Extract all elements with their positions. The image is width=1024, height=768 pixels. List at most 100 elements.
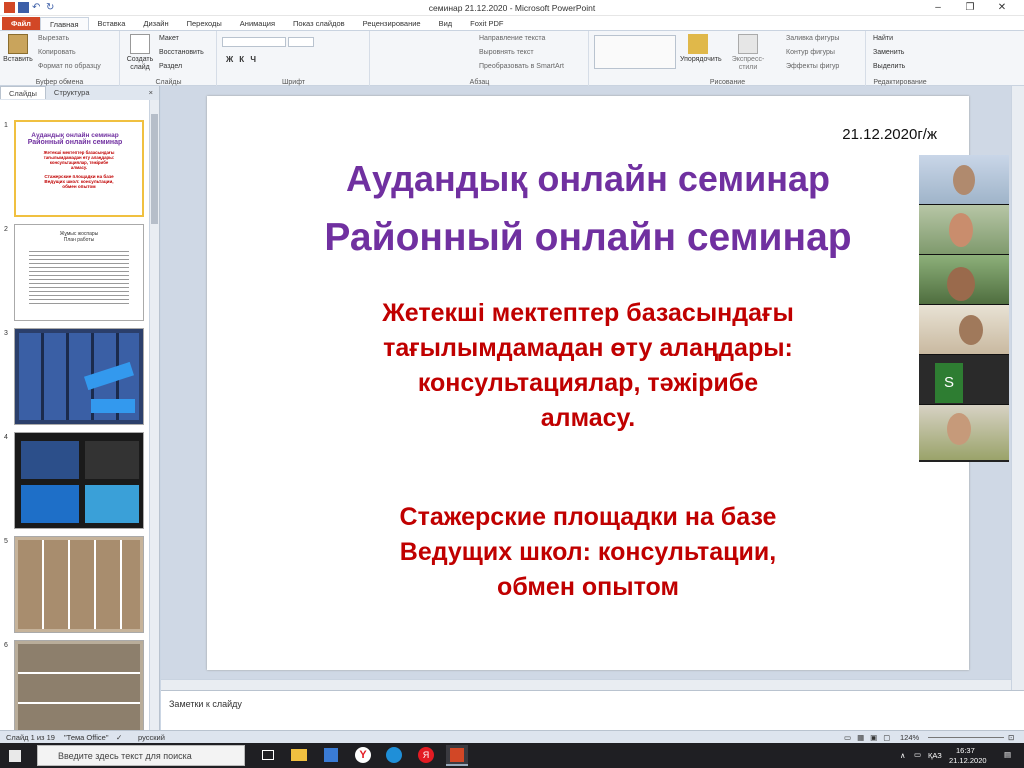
tab-file[interactable]: Файл (2, 17, 40, 30)
tab-slideshow[interactable]: Показ слайдов (284, 17, 354, 30)
participant-video-2[interactable] (919, 205, 1009, 255)
participant-video-6[interactable] (919, 405, 1009, 460)
slide-number: 5 (4, 538, 8, 545)
align-text-button[interactable]: Выровнять текст (479, 49, 534, 56)
slide-thumbnail-1[interactable]: Аудандық онлайн семинар Районный онлайн … (14, 120, 144, 217)
tab-transitions[interactable]: Переходы (178, 17, 231, 30)
close-pane-icon[interactable]: × (143, 86, 159, 99)
slide-thumbnail-5[interactable] (14, 536, 144, 633)
thumb-title-kz: Аудандық онлайн семинар (31, 132, 119, 139)
convert-smartart-button[interactable]: Преобразовать в SmartArt (479, 63, 564, 70)
cut-button[interactable]: Вырезать (38, 35, 69, 42)
start-button[interactable] (6, 747, 24, 765)
tab-animation[interactable]: Анимация (231, 17, 284, 30)
new-slide-button[interactable]: Создать слайд (125, 34, 155, 72)
font-size-dropdown[interactable] (288, 37, 314, 47)
thumb-screenshot (21, 441, 79, 479)
close-button[interactable]: ✕ (986, 0, 1018, 16)
slide-thumbnail-4[interactable] (14, 432, 144, 529)
clock-date[interactable]: 21.12.2020 (949, 756, 987, 765)
slide-editor: 21.12.2020г/ж Аудандық онлайн семинар Ра… (161, 86, 1011, 690)
editor-scrollbar[interactable] (1011, 86, 1024, 690)
pane-scrollbar[interactable] (149, 100, 159, 730)
zoom-level[interactable]: 124% (900, 733, 919, 742)
spellcheck-icon[interactable]: ✓ (116, 733, 122, 742)
participant-video-4[interactable] (919, 305, 1009, 355)
restore-button[interactable]: ❐ (954, 0, 986, 16)
text-direction-button[interactable]: Направление текста (479, 35, 545, 42)
find-button[interactable]: Найти (873, 35, 893, 42)
arrange-icon (688, 34, 708, 54)
editor-horizontal-scrollbar[interactable] (161, 679, 1011, 690)
participant-face (947, 413, 971, 445)
yandex-browser-icon[interactable]: Я (418, 747, 434, 763)
thumb-screenshot (85, 485, 139, 523)
replace-button[interactable]: Заменить (873, 49, 904, 56)
slide-thumbnail-6[interactable] (14, 640, 144, 730)
participant-video-5[interactable]: S (919, 355, 1009, 405)
zoom-slider[interactable] (928, 737, 1004, 738)
tab-foxit-pdf[interactable]: Foxit PDF (461, 17, 512, 30)
layout-button[interactable]: Макет (159, 35, 179, 42)
tab-slides[interactable]: Слайды (0, 86, 46, 99)
language-indicator[interactable]: русский (138, 733, 165, 742)
format-painter-button[interactable]: Формат по образцу (38, 63, 101, 70)
font-name-dropdown[interactable] (222, 37, 286, 47)
scrollbar-thumb[interactable] (151, 114, 158, 224)
clock-time[interactable]: 16:37 (956, 746, 975, 755)
tab-insert[interactable]: Вставка (89, 17, 135, 30)
paste-button[interactable]: Вставить (2, 34, 34, 64)
ribbon-tabs: Файл Главная Вставка Дизайн Переходы Ани… (0, 16, 1024, 30)
tab-design[interactable]: Дизайн (134, 17, 177, 30)
participant-video-3[interactable] (919, 255, 1009, 305)
language-switch[interactable]: ҚАЗ (928, 751, 942, 760)
arrange-button[interactable]: Упорядочить (680, 34, 722, 64)
slide-thumbnail-2[interactable]: Жұмыс жоспары План работы (14, 224, 144, 321)
tab-view[interactable]: Вид (430, 17, 462, 30)
notes-pane[interactable]: Заметки к слайду (161, 690, 1024, 730)
tab-home[interactable]: Главная (39, 17, 89, 30)
slide-number: 3 (4, 330, 8, 337)
shapes-gallery[interactable] (594, 35, 676, 69)
fit-slide-icon[interactable]: ⊡ (1008, 733, 1014, 742)
slide-text-ru[interactable]: Стажерские площадки на базе Ведущих школ… (287, 500, 889, 605)
slide-title-kz[interactable]: Аудандық онлайн семинар (207, 158, 969, 200)
thumb-photo-grid (18, 644, 140, 730)
text-line: Стажерские площадки на базе (399, 503, 777, 531)
tab-review[interactable]: Рецензирование (354, 17, 430, 30)
text-line: консультациялар, тәжірибе (417, 369, 759, 397)
search-placeholder: Введите здесь текст для поиска (58, 751, 192, 761)
slide-text-kz[interactable]: Жетекші мектептер базасындағы тағылымдам… (287, 296, 889, 436)
drawing-group: Упорядочить Экспресс-стили Заливка фигур… (590, 31, 866, 87)
powerpoint-taskbar-icon[interactable] (446, 745, 468, 766)
font-format-buttons[interactable]: ЖКЧ (226, 55, 262, 64)
edge-icon[interactable] (386, 747, 402, 763)
slide-date[interactable]: 21.12.2020г/ж (842, 126, 937, 143)
tab-outline[interactable]: Структура (46, 86, 98, 99)
shape-fill-button[interactable]: Заливка фигуры (786, 35, 839, 42)
task-view-icon[interactable] (262, 750, 274, 760)
notifications-icon[interactable]: ▤ (1004, 750, 1011, 759)
yandex-icon[interactable]: Y (355, 747, 371, 763)
shape-effects-button[interactable]: Эффекты фигур (786, 63, 839, 70)
file-explorer-icon[interactable] (291, 749, 307, 761)
select-button[interactable]: Выделить (873, 63, 905, 70)
text-line: Ведущих школ: консультации, (399, 538, 777, 566)
paragraph-group-label: Абзац (469, 79, 490, 86)
taskbar-search[interactable]: Введите здесь текст для поиска (37, 745, 245, 766)
store-icon[interactable] (324, 748, 338, 762)
network-icon[interactable]: ▭ (914, 750, 921, 759)
shape-outline-button[interactable]: Контур фигуры (786, 49, 835, 56)
slide-canvas[interactable]: 21.12.2020г/ж Аудандық онлайн семинар Ра… (207, 96, 969, 670)
reset-button[interactable]: Восстановить (159, 49, 204, 56)
slide-thumbnail-3[interactable] (14, 328, 144, 425)
minimize-button[interactable]: – (922, 0, 954, 16)
copy-button[interactable]: Копировать (38, 49, 76, 56)
view-buttons[interactable]: ▭▦▣▢ (844, 733, 896, 742)
quick-styles-button[interactable]: Экспресс-стили (724, 34, 772, 72)
tray-chevron-icon[interactable]: ∧ (900, 751, 906, 760)
section-button[interactable]: Раздел (159, 63, 182, 70)
slide-title-ru[interactable]: Районный онлайн семинар (207, 216, 969, 260)
window-title: семинар 21.12.2020 - Microsoft PowerPoin… (428, 3, 596, 13)
participant-video-1[interactable] (919, 155, 1009, 205)
